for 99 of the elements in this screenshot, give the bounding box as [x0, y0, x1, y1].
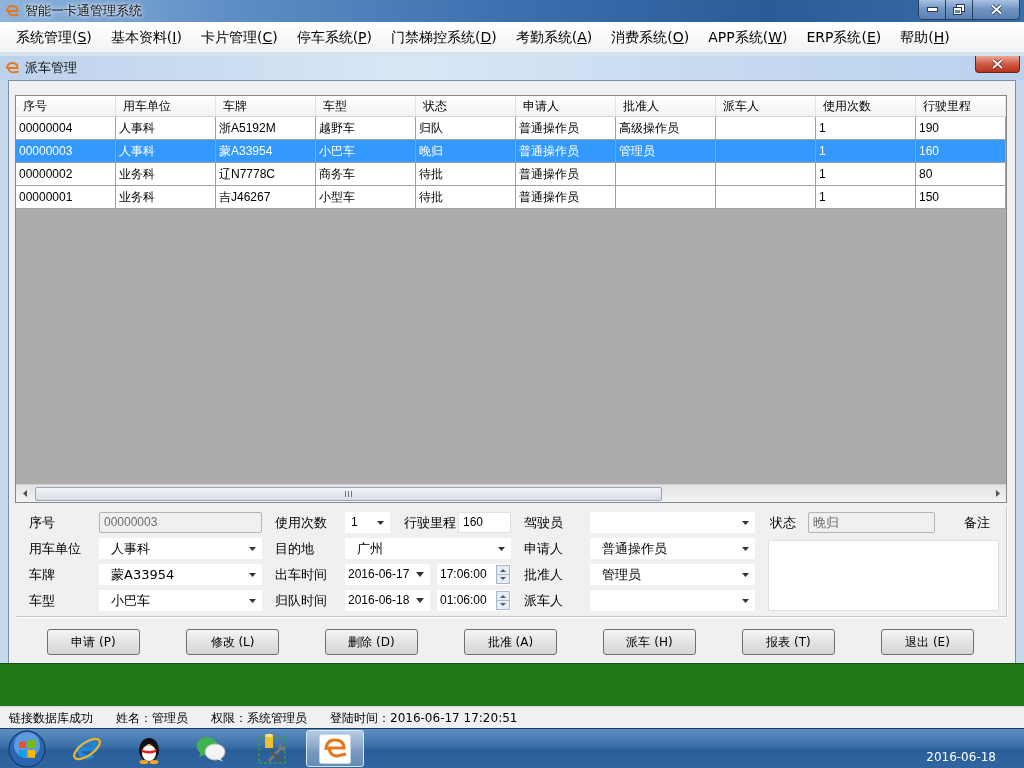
field-label: 车型	[29, 592, 56, 609]
field-label: 序号	[29, 514, 56, 531]
column-header[interactable]: 批准人	[616, 96, 716, 117]
menu-item[interactable]: 门禁梯控系统(D)	[391, 28, 497, 46]
scroll-thumb[interactable]	[35, 486, 662, 501]
time-field[interactable]: 17:06:00	[437, 564, 511, 585]
column-header[interactable]: 车牌	[216, 96, 316, 117]
column-header[interactable]: 序号	[16, 96, 116, 117]
dropdown-field[interactable]: 1	[345, 512, 390, 533]
table-row[interactable]: 00000004 人事科 浙A5192M 越野车 归队 普通操作员 高级操作员 1 190	[16, 117, 1006, 140]
dropdown-arrow-icon	[742, 520, 749, 525]
app-logo-icon	[4, 60, 20, 76]
dropdown-arrow-icon	[416, 572, 424, 577]
column-header[interactable]: 使用次数	[816, 96, 916, 117]
menu-item[interactable]: ERP系统(E)	[806, 28, 882, 46]
dropdown-arrow-icon	[416, 598, 424, 603]
date-picker[interactable]: 2016-06-17	[345, 564, 430, 585]
dropdown-arrow-icon	[742, 598, 749, 603]
dropdown-arrow-icon	[249, 572, 256, 577]
column-header[interactable]: 用车单位	[116, 96, 216, 117]
field-label: 备注	[964, 514, 991, 531]
field-label: 派车人	[524, 592, 564, 609]
field-label: 驾驶员	[524, 514, 564, 531]
action-button[interactable]: 申请 (P)	[47, 629, 140, 655]
minimize-icon	[926, 7, 938, 12]
column-header[interactable]: 行驶里程	[916, 96, 1006, 117]
clock-date: 2016-06-18	[926, 750, 996, 765]
field-label: 状态	[769, 514, 797, 531]
table-cell: 业务科	[116, 186, 216, 209]
horizontal-scrollbar[interactable]	[16, 484, 1006, 502]
chat-bubbles-icon	[196, 735, 226, 762]
menu-item[interactable]: 系统管理(S)	[16, 28, 92, 46]
menu-item[interactable]: 基本资料(I)	[110, 28, 182, 46]
menu-item[interactable]: 卡片管理(C)	[200, 28, 278, 46]
status-text: 链接数据库成功	[9, 709, 93, 726]
dropdown-arrow-icon	[377, 520, 384, 525]
minimize-button[interactable]	[919, 0, 946, 19]
date-picker[interactable]: 2016-06-18	[345, 590, 430, 611]
status-text: 登陆时间：2016-06-17 17:20:51	[330, 709, 518, 726]
field-label: 归队时间	[275, 592, 328, 609]
status-text: 姓名：管理员	[116, 709, 188, 726]
table-cell: 1	[816, 186, 916, 209]
close-icon	[989, 4, 1003, 15]
action-button[interactable]: 派车 (H)	[603, 629, 696, 655]
action-button[interactable]: 删除 (D)	[325, 629, 418, 655]
column-header[interactable]: 车型	[316, 96, 416, 117]
table-cell: 00000001	[16, 186, 116, 209]
table-cell: 普通操作员	[516, 186, 616, 209]
app-logo-icon	[319, 733, 351, 764]
table-row[interactable]: 00000001 业务科 吉J46267 小型车 待批 普通操作员 1 150	[16, 186, 1006, 209]
grip-icon	[345, 490, 352, 497]
table-cell: 小型车	[316, 186, 416, 209]
dropdown-arrow-icon	[498, 546, 505, 551]
app-logo-icon	[4, 3, 20, 19]
field-label: 出车时间	[275, 566, 328, 583]
status-text: 权限：系统管理员	[211, 709, 307, 726]
field-label: 申请人	[524, 540, 564, 557]
remarks-field[interactable]	[768, 540, 999, 611]
close-button[interactable]	[975, 56, 1020, 73]
field-label: 目的地	[275, 540, 315, 557]
left-arrow-icon	[22, 490, 27, 497]
table-cell: 待批	[416, 186, 516, 209]
restore-icon	[953, 4, 965, 15]
menu-item[interactable]: 考勤系统(A)	[515, 28, 593, 46]
spinner-icon[interactable]	[496, 591, 510, 610]
close-button[interactable]	[973, 0, 1019, 19]
field-label: 行驶里程	[403, 514, 457, 531]
action-button[interactable]: 退出 (E)	[881, 629, 974, 655]
column-header[interactable]: 状态	[416, 96, 516, 117]
field-label: 用车单位	[29, 540, 82, 557]
table-cell: 150	[916, 186, 1006, 209]
column-header[interactable]: 申请人	[516, 96, 616, 117]
restore-button[interactable]	[946, 0, 973, 19]
action-button[interactable]: 报表 (T)	[742, 629, 835, 655]
window-title: 智能一卡通管理系统	[25, 3, 142, 19]
time-field[interactable]: 01:06:00	[437, 590, 511, 611]
field-label: 车牌	[29, 566, 56, 583]
table-cell: 吉J46267	[216, 186, 316, 209]
spinner-icon[interactable]	[496, 565, 510, 584]
dropdown-arrow-icon	[742, 572, 749, 577]
dropdown-arrow-icon	[742, 546, 749, 551]
right-arrow-icon	[995, 490, 1000, 497]
menu-item[interactable]: 帮助(H)	[900, 28, 950, 46]
menu-item[interactable]: APP系统(W)	[708, 28, 788, 46]
dropdown-arrow-icon	[249, 598, 256, 603]
action-button[interactable]: 批准 (A)	[464, 629, 557, 655]
close-icon	[991, 59, 1004, 69]
dropdown-arrow-icon	[249, 546, 256, 551]
text-field[interactable]: 160	[458, 512, 511, 533]
field-label: 批准人	[524, 566, 564, 583]
column-header[interactable]: 派车人	[716, 96, 816, 117]
field-label: 使用次数	[275, 514, 328, 531]
dialog-title: 派车管理	[25, 60, 77, 76]
cylinder-tools-icon	[257, 732, 289, 765]
start-orb-icon[interactable]	[8, 729, 46, 768]
action-button[interactable]: 修改 (L)	[186, 629, 279, 655]
menu-item[interactable]: 消费系统(O)	[611, 28, 690, 46]
menu-item[interactable]: 停车系统(P)	[296, 28, 372, 46]
table-row[interactable]: 00000002 业务科 辽N7778C 商务车 待批 普通操作员 1 80	[16, 163, 1006, 186]
